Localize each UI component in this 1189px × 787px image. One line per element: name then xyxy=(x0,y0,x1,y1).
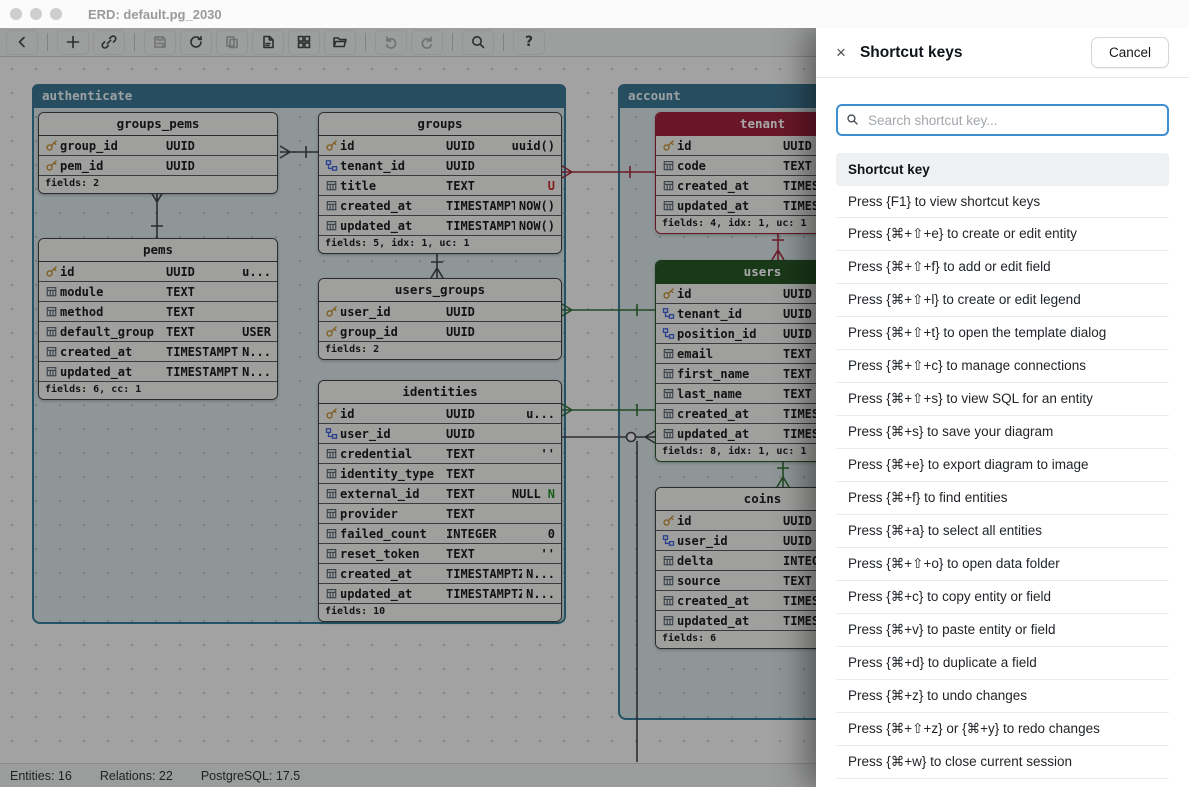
shortcut-list-header: Shortcut key xyxy=(836,153,1169,186)
window-controls xyxy=(10,8,62,20)
shortcut-row: Press {⌘+f} to find entities xyxy=(836,482,1169,515)
window-titlebar: ERD: default.pg_2030 xyxy=(0,0,1189,28)
shortcut-row: Press {⌘+e} to export diagram to image xyxy=(836,449,1169,482)
shortcut-row: Press {⌘+⇧+s} to view SQL for an entity xyxy=(836,383,1169,416)
search-shortcut-input[interactable] xyxy=(836,104,1169,136)
shortcut-row: Press {⌘+⇧+t} to open the template dialo… xyxy=(836,317,1169,350)
shortcut-row: Press {⌘+d} to duplicate a field xyxy=(836,647,1169,680)
shortcut-row: Press {⌘+c} to copy entity or field xyxy=(836,581,1169,614)
shortcut-row: Press {⌘+a} to select all entities xyxy=(836,515,1169,548)
shortcut-row: Press {⌘+s} to save your diagram xyxy=(836,416,1169,449)
shortcut-row: Press {⌘+⇧+e} to create or edit entity xyxy=(836,218,1169,251)
shortcut-search xyxy=(836,104,1169,136)
shortcut-row: Press {F1} to view shortcut keys xyxy=(836,186,1169,218)
minimize-window-button[interactable] xyxy=(30,8,42,20)
modal-backdrop[interactable] xyxy=(0,28,816,787)
window-title: ERD: default.pg_2030 xyxy=(88,7,222,22)
panel-header: × Shortcut keys Cancel xyxy=(816,28,1189,78)
shortcut-row: Press {⌘+w} to close current session xyxy=(836,746,1169,779)
shortcut-row: Press {⌘+r} to reset current session xyxy=(836,779,1169,787)
cancel-button[interactable]: Cancel xyxy=(1091,37,1169,68)
shortcut-list: Press {F1} to view shortcut keysPress {⌘… xyxy=(836,186,1169,787)
maximize-window-button[interactable] xyxy=(50,8,62,20)
shortcut-row: Press {⌘+⇧+c} to manage connections xyxy=(836,350,1169,383)
shortcut-row: Press {⌘+⇧+o} to open data folder xyxy=(836,548,1169,581)
search-icon xyxy=(846,113,859,126)
shortcut-row: Press {⌘+⇧+z} or {⌘+y} to redo changes xyxy=(836,713,1169,746)
close-panel-icon[interactable]: × xyxy=(836,44,846,61)
close-window-button[interactable] xyxy=(10,8,22,20)
shortcut-row: Press {⌘+⇧+l} to create or edit legend xyxy=(836,284,1169,317)
shortcut-keys-panel: × Shortcut keys Cancel Shortcut key Pres… xyxy=(816,28,1189,787)
erd-application-window: ERD: default.pg_2030 ? authenticateaccou… xyxy=(0,0,1189,787)
panel-body: Shortcut key Press {F1} to view shortcut… xyxy=(816,78,1189,787)
shortcut-row: Press {⌘+z} to undo changes xyxy=(836,680,1169,713)
shortcut-row: Press {⌘+⇧+f} to add or edit field xyxy=(836,251,1169,284)
panel-title: Shortcut keys xyxy=(860,44,963,62)
shortcut-row: Press {⌘+v} to paste entity or field xyxy=(836,614,1169,647)
